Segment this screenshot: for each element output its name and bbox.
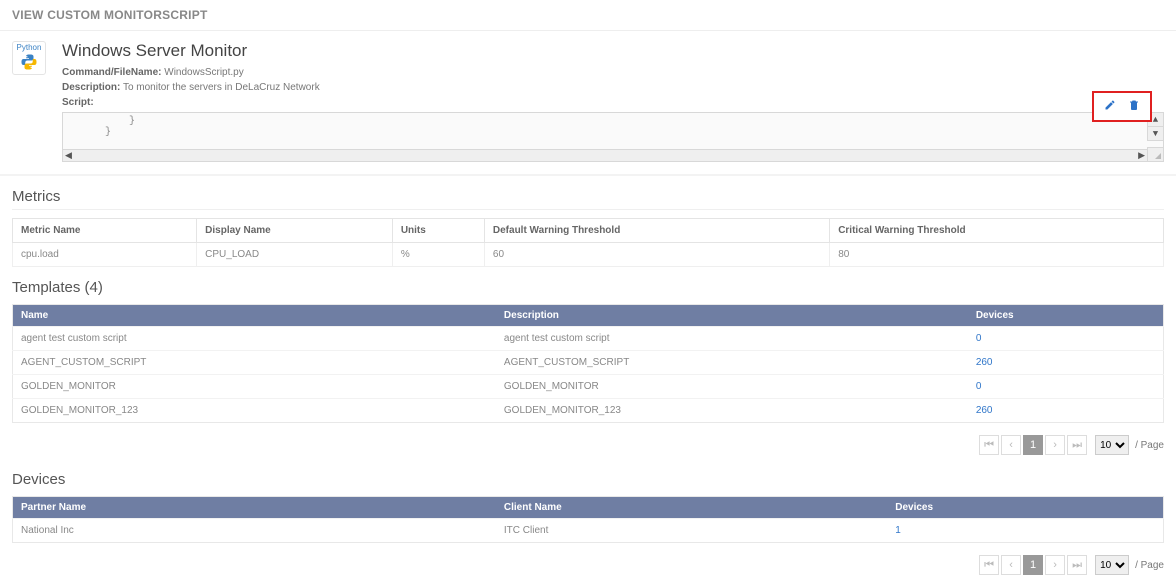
script-textarea[interactable]: } } ▲ ▼ ◀▶ xyxy=(62,112,1164,162)
device-count-link[interactable]: 0 xyxy=(976,381,982,392)
script-label-row: Script: xyxy=(62,97,1164,108)
page-first-button[interactable]: ⏮ xyxy=(979,435,999,455)
python-label: Python xyxy=(17,43,42,52)
page-title: VIEW CUSTOM MONITORSCRIPT xyxy=(0,0,1176,31)
templates-section: Templates (4) Name Description Devices a… xyxy=(0,271,1176,427)
table-row: GOLDEN_MONITOR_123GOLDEN_MONITOR_123 260 xyxy=(13,399,1164,423)
devices-pagination: ⏮ ‹ 1 › ⏭ 10 / Page xyxy=(0,547,1176,583)
page-last-button[interactable]: ⏭ xyxy=(1067,555,1087,575)
cell-warn: 60 xyxy=(484,243,829,267)
monitor-title: Windows Server Monitor xyxy=(62,41,1164,61)
page-first-button[interactable]: ⏮ xyxy=(979,555,999,575)
col-devices[interactable]: Devices xyxy=(968,305,1164,327)
command-row: Command/FileName: WindowsScript.py xyxy=(62,67,1164,78)
col-name[interactable]: Name xyxy=(13,305,496,327)
pencil-icon xyxy=(1104,99,1116,111)
cell-name: AGENT_CUSTOM_SCRIPT xyxy=(13,351,496,375)
cell-name: agent test custom script xyxy=(13,327,496,351)
cell-units: % xyxy=(392,243,484,267)
description-label: Description: xyxy=(62,82,120,93)
action-highlight xyxy=(1092,91,1152,122)
script-body: } } xyxy=(87,116,1145,138)
page-last-button[interactable]: ⏭ xyxy=(1067,435,1087,455)
table-row: National Inc ITC Client 1 xyxy=(13,519,1164,543)
templates-pagination: ⏮ ‹ 1 › ⏭ 10 / Page xyxy=(0,427,1176,463)
cell-description: AGENT_CUSTOM_SCRIPT xyxy=(496,351,968,375)
python-icon xyxy=(20,53,38,71)
col-description[interactable]: Description xyxy=(496,305,968,327)
delete-button[interactable] xyxy=(1128,99,1140,114)
page-current[interactable]: 1 xyxy=(1023,435,1043,455)
page-prev-button[interactable]: ‹ xyxy=(1001,435,1021,455)
table-row: agent test custom scriptagent test custo… xyxy=(13,327,1164,351)
page-size-select[interactable]: 10 xyxy=(1095,555,1129,575)
script-label: Script: xyxy=(62,97,94,108)
cell-client: ITC Client xyxy=(496,519,887,543)
cell-description: agent test custom script xyxy=(496,327,968,351)
cell-metric-name: cpu.load xyxy=(13,243,197,267)
cell-devices: 260 xyxy=(968,351,1164,375)
cell-display-name: CPU_LOAD xyxy=(197,243,393,267)
cell-description: GOLDEN_MONITOR xyxy=(496,375,968,399)
cell-crit: 80 xyxy=(830,243,1164,267)
col-display-name[interactable]: Display Name xyxy=(197,219,393,243)
cell-partner: National Inc xyxy=(13,519,496,543)
per-page-label: / Page xyxy=(1135,560,1164,571)
command-label: Command/FileName: xyxy=(62,67,161,78)
monitor-summary: Python Windows Server Monitor Command/Fi… xyxy=(0,31,1176,172)
metrics-table: Metric Name Display Name Units Default W… xyxy=(12,218,1164,267)
page-next-button[interactable]: › xyxy=(1045,555,1065,575)
device-count-link[interactable]: 0 xyxy=(976,333,982,344)
col-devices[interactable]: Devices xyxy=(887,497,1163,519)
col-client[interactable]: Client Name xyxy=(496,497,887,519)
table-row: GOLDEN_MONITORGOLDEN_MONITOR 0 xyxy=(13,375,1164,399)
col-partner[interactable]: Partner Name xyxy=(13,497,496,519)
trash-icon xyxy=(1128,99,1140,111)
page-next-button[interactable]: › xyxy=(1045,435,1065,455)
scroll-down-button[interactable]: ▼ xyxy=(1147,127,1163,141)
devices-section: Devices Partner Name Client Name Devices… xyxy=(0,463,1176,547)
col-warn[interactable]: Default Warning Threshold xyxy=(484,219,829,243)
cell-devices: 0 xyxy=(968,375,1164,399)
command-value: WindowsScript.py xyxy=(164,67,243,78)
col-metric-name[interactable]: Metric Name xyxy=(13,219,197,243)
device-count-link[interactable]: 260 xyxy=(976,405,993,416)
col-units[interactable]: Units xyxy=(392,219,484,243)
page-size-select[interactable]: 10 xyxy=(1095,435,1129,455)
device-count-link[interactable]: 260 xyxy=(976,357,993,368)
horizontal-scrollbar[interactable]: ◀▶ xyxy=(63,149,1147,161)
python-badge: Python xyxy=(12,41,46,75)
cell-devices: 260 xyxy=(968,399,1164,423)
devices-title: Devices xyxy=(12,471,1164,488)
cell-devices: 0 xyxy=(968,327,1164,351)
cell-name: GOLDEN_MONITOR_123 xyxy=(13,399,496,423)
page-prev-button[interactable]: ‹ xyxy=(1001,555,1021,575)
monitor-info: Windows Server Monitor Command/FileName:… xyxy=(62,41,1164,162)
templates-title: Templates (4) xyxy=(12,279,1164,296)
per-page-label: / Page xyxy=(1135,440,1164,451)
metrics-title: Metrics xyxy=(12,188,1164,210)
resize-handle[interactable] xyxy=(1147,147,1163,161)
cell-description: GOLDEN_MONITOR_123 xyxy=(496,399,968,423)
metrics-section: Metrics Metric Name Display Name Units D… xyxy=(0,180,1176,271)
col-crit[interactable]: Critical Warning Threshold xyxy=(830,219,1164,243)
page-current[interactable]: 1 xyxy=(1023,555,1043,575)
table-row: cpu.load CPU_LOAD % 60 80 xyxy=(13,243,1164,267)
cell-name: GOLDEN_MONITOR xyxy=(13,375,496,399)
table-row: AGENT_CUSTOM_SCRIPTAGENT_CUSTOM_SCRIPT 26… xyxy=(13,351,1164,375)
description-value: To monitor the servers in DeLaCruz Netwo… xyxy=(123,82,320,93)
edit-button[interactable] xyxy=(1104,99,1116,114)
cell-devices: 1 xyxy=(887,519,1163,543)
templates-table: Name Description Devices agent test cust… xyxy=(12,304,1164,423)
device-count-link[interactable]: 1 xyxy=(895,525,901,536)
description-row: Description: To monitor the servers in D… xyxy=(62,82,1164,93)
devices-table: Partner Name Client Name Devices Nationa… xyxy=(12,496,1164,543)
